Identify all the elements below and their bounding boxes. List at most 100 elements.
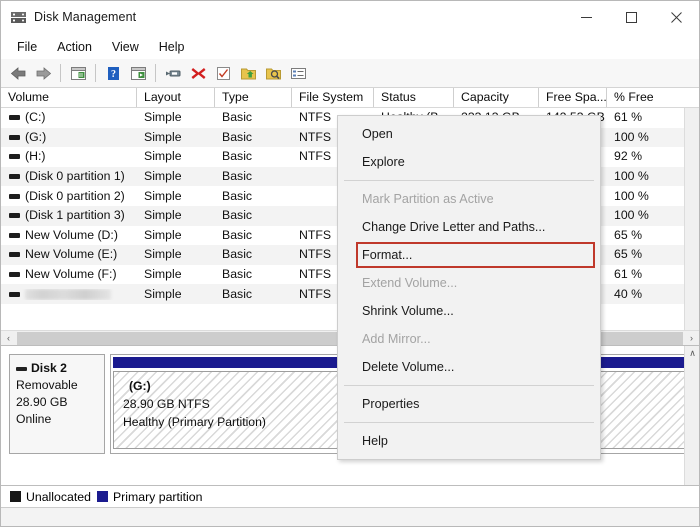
menu-view[interactable]: View (102, 37, 149, 57)
rescan-disks-icon[interactable] (161, 62, 185, 85)
cell-pct: 100 % (607, 167, 675, 186)
cell-pct: 61 % (607, 265, 675, 284)
volume-cell: New Volume (F:) (1, 265, 137, 284)
disk-status: Online (16, 411, 98, 428)
cell-pct: 100 % (607, 206, 675, 225)
volume-icon (9, 135, 20, 140)
disk-pane-vertical-scrollbar[interactable]: ∧ (684, 346, 699, 485)
cell-type: Basic (215, 108, 292, 127)
volume-cell: (H:) (1, 147, 137, 166)
legend-item-primary-partition: Primary partition (97, 490, 203, 504)
context-menu-item-change-drive-letter-and-paths[interactable]: Change Drive Letter and Paths... (338, 213, 600, 241)
cell-type: Basic (215, 265, 292, 284)
delete-icon[interactable] (186, 62, 210, 85)
volume-icon (9, 115, 20, 120)
legend-bar: Unallocated Primary partition (1, 486, 699, 508)
context-menu-item-shrink-volume[interactable]: Shrink Volume... (338, 297, 600, 325)
cell-pct: 65 % (607, 226, 675, 245)
cell-layout: Simple (137, 108, 215, 127)
cell-layout: Simple (137, 206, 215, 225)
volume-name: (Disk 0 partition 1) (25, 167, 125, 186)
menu-separator (344, 385, 594, 386)
minimize-button[interactable] (564, 1, 609, 34)
cell-layout: Simple (137, 147, 215, 166)
legend-label-unallocated: Unallocated (26, 490, 91, 504)
volume-name: (C:) (25, 108, 46, 127)
column-header-file-system[interactable]: File System (292, 88, 374, 107)
column-header-free-space[interactable]: Free Spa... (539, 88, 607, 107)
column-header-type[interactable]: Type (215, 88, 292, 107)
context-menu-item-delete-volume[interactable]: Delete Volume... (338, 353, 600, 381)
cell-layout: Simple (137, 245, 215, 264)
svg-text:?: ? (111, 69, 116, 80)
volume-cell: (C:) (1, 108, 137, 127)
window-controls (564, 1, 699, 34)
redacted-volume-name (25, 289, 111, 300)
show-hide-action-pane-icon[interactable] (126, 62, 150, 85)
cell-layout: Simple (137, 128, 215, 147)
forward-icon[interactable] (31, 62, 55, 85)
column-header-layout[interactable]: Layout (137, 88, 215, 107)
show-hide-console-tree-icon[interactable] (66, 62, 90, 85)
detail-view-icon[interactable] (286, 62, 310, 85)
disk-name-row: Disk 2 (16, 360, 98, 377)
cell-type: Basic (215, 226, 292, 245)
cell-layout: Simple (137, 226, 215, 245)
context-menu-item-format[interactable]: Format... (338, 241, 600, 269)
column-header-percent-free[interactable]: % Free (607, 88, 675, 107)
window-title: Disk Management (34, 10, 136, 24)
volume-name: (H:) (25, 147, 46, 166)
cell-pct: 65 % (607, 245, 675, 264)
context-menu-item-explore[interactable]: Explore (338, 148, 600, 176)
volume-list-vertical-scrollbar[interactable] (684, 108, 699, 330)
volume-name: (G:) (25, 128, 46, 147)
volume-icon (9, 174, 20, 179)
toolbar: ? (1, 59, 699, 88)
legend-label-primary-partition: Primary partition (113, 490, 203, 504)
disk-info-box[interactable]: Disk 2 Removable 28.90 GB Online (9, 354, 105, 454)
context-menu-item-add-mirror: Add Mirror... (338, 325, 600, 353)
column-header-status[interactable]: Status (374, 88, 454, 107)
column-header-capacity[interactable]: Capacity (454, 88, 539, 107)
cell-layout: Simple (137, 187, 215, 206)
disk-size: 28.90 GB (16, 394, 98, 411)
help-icon[interactable]: ? (101, 62, 125, 85)
menu-action[interactable]: Action (47, 37, 102, 57)
close-button[interactable] (654, 1, 699, 34)
cell-type: Basic (215, 187, 292, 206)
search-folder-icon[interactable] (261, 62, 285, 85)
volume-cell (1, 289, 137, 300)
volume-cell: (Disk 1 partition 3) (1, 206, 137, 225)
context-menu-item-help[interactable]: Help (338, 427, 600, 455)
context-menu-item-open[interactable]: Open (338, 120, 600, 148)
cell-layout: Simple (137, 167, 215, 186)
back-icon[interactable] (6, 62, 30, 85)
menu-bar: File Action View Help (1, 34, 699, 59)
disk-type: Removable (16, 377, 98, 394)
volume-name: (Disk 1 partition 3) (25, 206, 125, 225)
cell-layout: Simple (137, 285, 215, 304)
volume-name: New Volume (F:) (25, 265, 117, 284)
column-header-volume[interactable]: Volume (1, 88, 137, 107)
volume-name: New Volume (D:) (25, 226, 118, 245)
menu-file[interactable]: File (7, 37, 47, 57)
cell-pct: 100 % (607, 187, 675, 206)
properties-icon[interactable] (211, 62, 235, 85)
volume-name: New Volume (E:) (25, 245, 117, 264)
cell-type: Basic (215, 147, 292, 166)
menu-help[interactable]: Help (149, 37, 195, 57)
scroll-up-arrow-icon[interactable]: ∧ (685, 346, 699, 361)
cell-type: Basic (215, 245, 292, 264)
export-list-icon[interactable] (236, 62, 260, 85)
volume-list-header: Volume Layout Type File System Status Ca… (1, 88, 699, 108)
volume-cell: New Volume (E:) (1, 245, 137, 264)
cell-pct: 61 % (607, 108, 675, 127)
legend-item-unallocated: Unallocated (10, 490, 91, 504)
scroll-right-arrow-icon[interactable]: › (684, 331, 699, 346)
volume-cell: New Volume (D:) (1, 226, 137, 245)
cell-type: Basic (215, 206, 292, 225)
maximize-button[interactable] (609, 1, 654, 34)
context-menu-item-properties[interactable]: Properties (338, 390, 600, 418)
scroll-left-arrow-icon[interactable]: ‹ (1, 331, 16, 346)
volume-icon (9, 252, 20, 257)
